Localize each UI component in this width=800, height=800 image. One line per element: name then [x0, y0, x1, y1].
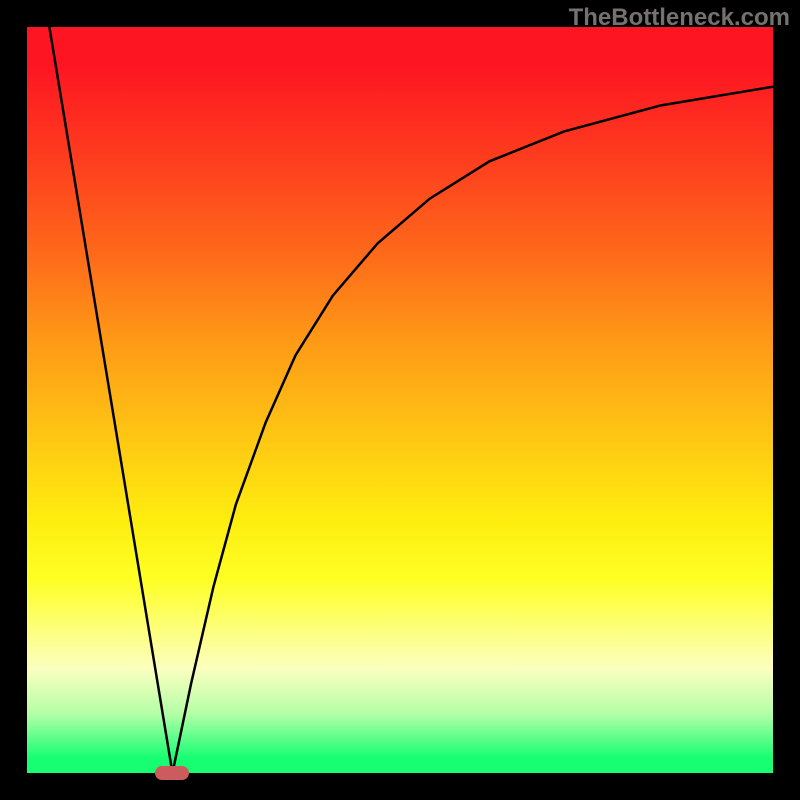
chart-container: TheBottleneck.com — [0, 0, 800, 800]
bottleneck-curve — [27, 27, 773, 773]
watermark-text: TheBottleneck.com — [569, 4, 790, 32]
optimal-marker — [155, 766, 189, 780]
